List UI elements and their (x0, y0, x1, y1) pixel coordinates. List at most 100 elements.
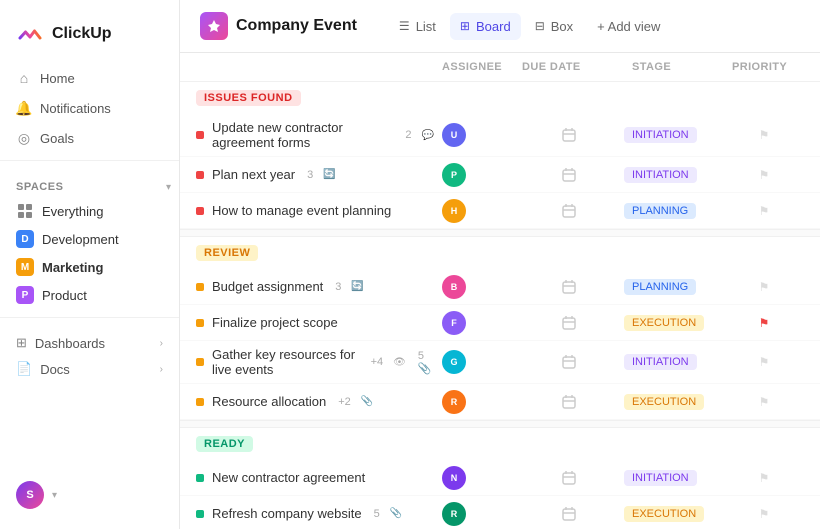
sidebar-item-everything[interactable]: Everything (8, 197, 171, 225)
sidebar-item-goals[interactable]: ◎ Goals (8, 124, 171, 152)
section-ready: READYNew contractor agreementNINITIATION… (180, 428, 820, 529)
calendar-icon (561, 315, 577, 331)
tab-board[interactable]: ⊞ Board (450, 13, 521, 40)
status-cell[interactable]: PLANNING (624, 279, 724, 295)
priority-cell[interactable]: ⚑ (724, 204, 804, 218)
due-date-cell[interactable] (514, 203, 624, 219)
flag-icon: ⚑ (759, 280, 770, 294)
home-icon: ⌂ (16, 70, 32, 86)
product-dot: P (16, 286, 34, 304)
task-count-icon: 🔄 (323, 169, 335, 180)
due-date-cell[interactable] (514, 279, 624, 295)
sidebar-item-notifications-label: Notifications (40, 101, 111, 116)
due-date-cell[interactable] (514, 167, 624, 183)
task-count-icon: 💬 (422, 130, 434, 141)
header-title-area: Company Event (200, 12, 357, 40)
table-row[interactable]: Resource allocation+2📎REXECUTION⚑ (180, 384, 820, 420)
due-date-cell[interactable] (514, 354, 624, 370)
sidebar-item-dashboards[interactable]: ⊞ Dashboards › (8, 330, 171, 356)
due-date-cell[interactable] (514, 394, 624, 410)
status-cell[interactable]: PLANNING (624, 203, 724, 219)
due-date-cell[interactable] (514, 506, 624, 522)
add-view-button[interactable]: + Add view (587, 13, 670, 40)
sidebar-item-notifications[interactable]: 🔔 Notifications (8, 94, 171, 122)
flag-icon: ⚑ (759, 395, 770, 409)
task-name: Gather key resources for live events (212, 347, 359, 377)
due-date-cell[interactable] (514, 470, 624, 486)
avatar: N (442, 466, 466, 490)
priority-cell[interactable]: ⚑ (724, 507, 804, 521)
status-badge: INITIATION (624, 127, 697, 143)
priority-cell[interactable]: ⚑ (724, 128, 804, 142)
status-cell[interactable]: EXECUTION (624, 506, 724, 522)
project-icon (200, 12, 228, 40)
priority-cell[interactable]: ⚑ (724, 168, 804, 182)
task-count: 3 (335, 281, 341, 293)
avatar-cell: F (434, 311, 514, 335)
status-cell[interactable]: INITIATION (624, 127, 724, 143)
table-row[interactable]: Plan next year3🔄PINITIATION⚑ (180, 157, 820, 193)
clickup-logo-icon (16, 20, 44, 48)
table-row[interactable]: New contractor agreementNINITIATION⚑ (180, 460, 820, 496)
table-row[interactable]: Finalize project scopeF EXECUTION ⚑ (180, 305, 820, 341)
col-header-priority: PRIORITY (724, 57, 804, 77)
sidebar-nav: ⌂ Home 🔔 Notifications ◎ Goals (0, 64, 179, 152)
sidebar-item-home[interactable]: ⌂ Home (8, 64, 171, 92)
section-header-review: REVIEW (180, 237, 820, 269)
due-date-cell[interactable] (514, 315, 624, 331)
col-header-name (196, 57, 434, 77)
status-cell[interactable]: INITIATION (624, 354, 724, 370)
due-date-cell[interactable] (514, 127, 624, 143)
user-chevron-icon[interactable]: ▾ (52, 490, 57, 501)
task-count: +4 (371, 356, 384, 368)
sidebar-item-marketing[interactable]: M Marketing (8, 253, 171, 281)
sidebar-item-product[interactable]: P Product (8, 281, 171, 309)
table-row[interactable]: Update new contractor agreement forms2💬U… (180, 114, 820, 157)
table-row[interactable]: Budget assignment3🔄BPLANNING⚑ (180, 269, 820, 305)
task-dot (196, 283, 204, 291)
sidebar-item-docs[interactable]: 📄 Docs › (8, 356, 171, 382)
avatar: U (442, 123, 466, 147)
user-section: S ▾ (0, 473, 179, 517)
task-dot (196, 398, 204, 406)
flag-icon: ⚑ (759, 471, 770, 485)
priority-cell[interactable]: ⚑ (724, 316, 804, 330)
status-badge: EXECUTION (624, 315, 704, 331)
task-name: Refresh company website (212, 506, 362, 521)
table-row[interactable]: How to manage event planningHPLANNING⚑ (180, 193, 820, 229)
status-cell[interactable]: INITIATION (624, 470, 724, 486)
sidebar-item-product-label: Product (42, 288, 87, 303)
calendar-icon (561, 470, 577, 486)
avatar-cell: P (434, 163, 514, 187)
avatar-cell: N (434, 466, 514, 490)
priority-cell[interactable]: ⚑ (724, 395, 804, 409)
sidebar-item-development[interactable]: D Development (8, 225, 171, 253)
app-name: ClickUp (52, 25, 112, 43)
tab-box[interactable]: ⊟ Box (525, 13, 583, 40)
task-name: Plan next year (212, 167, 295, 182)
section-divider (180, 229, 820, 237)
task-extra: 5 📎 (418, 350, 434, 375)
priority-cell[interactable]: ⚑ (724, 471, 804, 485)
status-cell[interactable]: EXECUTION (624, 315, 724, 331)
priority-cell[interactable]: ⚑ (724, 280, 804, 294)
task-name-cell: Finalize project scope (196, 309, 434, 336)
avatar-cell: H (434, 199, 514, 223)
priority-cell[interactable]: ⚑ (724, 355, 804, 369)
tab-list-label: List (416, 19, 436, 34)
table-row[interactable]: Gather key resources for live events+4👁5… (180, 341, 820, 384)
section-badge-review: REVIEW (196, 245, 258, 261)
box-icon: ⊟ (535, 19, 545, 33)
spaces-label: Spaces (16, 181, 63, 193)
section-review: REVIEWBudget assignment3🔄BPLANNING⚑Final… (180, 237, 820, 428)
section-issues: ISSUES FOUNDUpdate new contractor agreem… (180, 82, 820, 237)
table-row[interactable]: Refresh company website5📎REXECUTION⚑ (180, 496, 820, 529)
status-cell[interactable]: INITIATION (624, 167, 724, 183)
table-header: ASSIGNEE DUE DATE STAGE PRIORITY (180, 53, 820, 82)
calendar-icon (561, 167, 577, 183)
tab-list[interactable]: ☰ List (389, 13, 446, 40)
status-cell[interactable]: EXECUTION (624, 394, 724, 410)
spaces-section-header: Spaces ▾ (0, 169, 179, 197)
avatar: R (442, 502, 466, 526)
spaces-chevron-icon[interactable]: ▾ (166, 182, 171, 193)
